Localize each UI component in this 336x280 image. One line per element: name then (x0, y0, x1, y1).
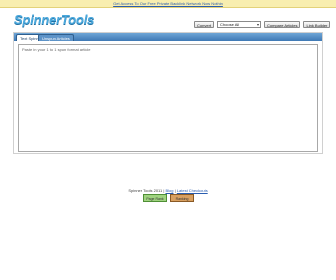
link-builder-button[interactable]: Link Builder (303, 20, 331, 28)
pagerank-badge[interactable]: Page Rank (143, 194, 167, 202)
badge-row: Page Rank Ranking (143, 194, 194, 202)
footer-blog-link[interactable]: Blog (165, 188, 173, 193)
mode-select-value: Choose All (220, 21, 240, 27)
ranking-badge[interactable]: Ranking (170, 194, 194, 202)
promo-link[interactable]: Get Access To Our Free Private Backlink … (0, 0, 336, 7)
footer-checkouts-link[interactable]: Latest Checkouts (177, 188, 208, 193)
tab-bar: Text Spinner Unspun Articles (14, 33, 322, 41)
mode-select[interactable]: Choose All ▾ (217, 20, 262, 28)
chevron-down-icon: ▾ (257, 21, 260, 27)
footer-copyright: Spinner Tools 2011 (128, 188, 163, 193)
tab-unspun-articles[interactable]: Unspun Articles (38, 34, 74, 41)
article-textarea[interactable]: Paste in your 1 to 1 spun format article (18, 44, 318, 152)
spinner-panel: Text Spinner Unspun Articles Paste in yo… (13, 32, 323, 154)
site-logo[interactable]: SpinnerTools (14, 12, 94, 27)
promo-banner: Get Access To Our Free Private Backlink … (0, 0, 336, 8)
toolbar: Convert Choose All ▾ Compare Articles Li… (194, 20, 331, 28)
compare-articles-button[interactable]: Compare Articles (264, 20, 301, 28)
convert-button[interactable]: Convert (194, 20, 215, 28)
